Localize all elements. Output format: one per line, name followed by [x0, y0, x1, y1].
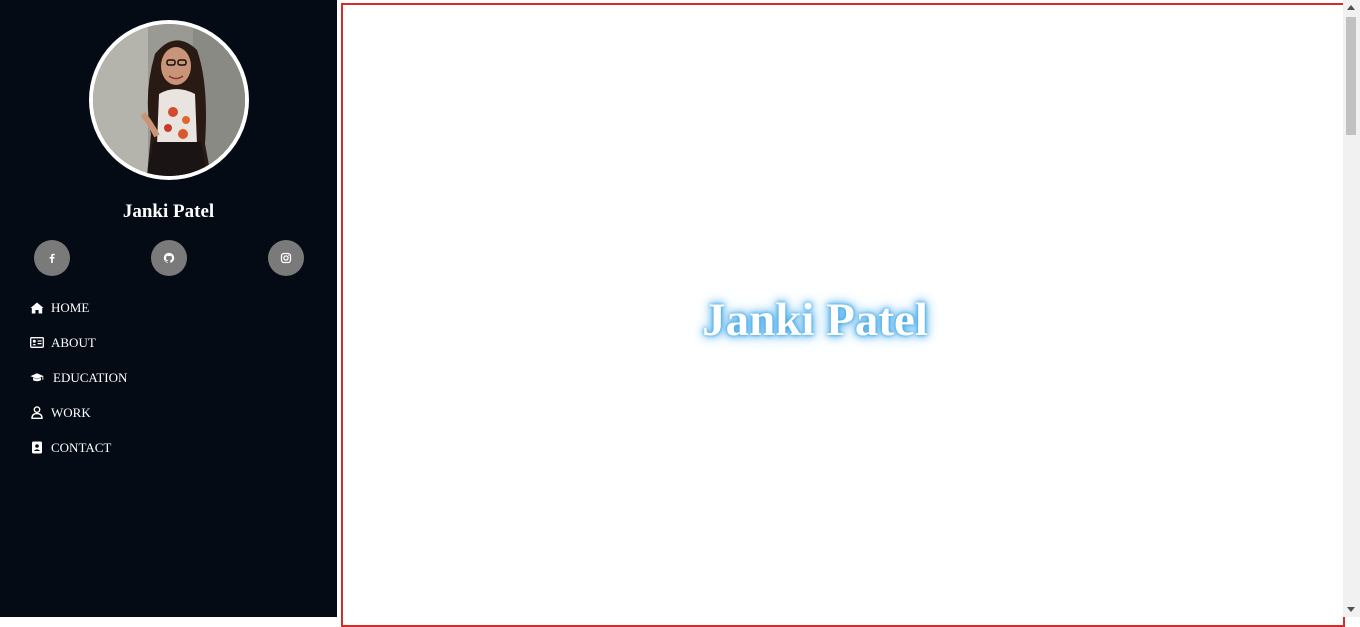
user-icon [30, 406, 44, 420]
nav-item-label: HOME [51, 299, 90, 315]
id-card-icon [30, 336, 44, 350]
sidebar: Janki Patel HOME ABOUT EDUCATION WORK CO… [0, 0, 337, 617]
nav-item-work[interactable]: WORK [30, 395, 127, 430]
page-scrollbar[interactable] [1343, 0, 1360, 617]
facebook-link[interactable] [34, 240, 70, 276]
home-icon [30, 301, 44, 315]
profile-photo [93, 24, 245, 176]
profile-name: Janki Patel [122, 201, 215, 222]
nav-item-label: WORK [51, 404, 91, 420]
instagram-icon [280, 252, 292, 264]
nav-item-contact[interactable]: CONTACT [30, 430, 127, 465]
instagram-link[interactable] [268, 240, 304, 276]
nav-item-label: EDUCATION [53, 369, 128, 385]
nav-item-label: ABOUT [51, 334, 96, 350]
graduation-cap-icon [30, 371, 44, 385]
hero-title: Janki Patel [702, 294, 928, 346]
scroll-up-arrow-icon[interactable] [1347, 5, 1355, 10]
scrollbar-thumb[interactable] [1346, 17, 1356, 135]
nav-item-education[interactable]: EDUCATION [30, 360, 127, 395]
main-nav: HOME ABOUT EDUCATION WORK CONTACT [30, 290, 127, 465]
address-book-icon [30, 441, 44, 455]
github-link[interactable] [151, 240, 187, 276]
profile-avatar [89, 20, 249, 180]
nav-item-label: CONTACT [51, 439, 112, 455]
nav-item-home[interactable]: HOME [30, 290, 127, 325]
github-icon [163, 252, 175, 263]
facebook-icon [49, 253, 55, 263]
scroll-down-arrow-icon[interactable] [1347, 607, 1355, 612]
nav-item-about[interactable]: ABOUT [30, 325, 127, 360]
hero-section: Janki Patel [341, 3, 1345, 627]
